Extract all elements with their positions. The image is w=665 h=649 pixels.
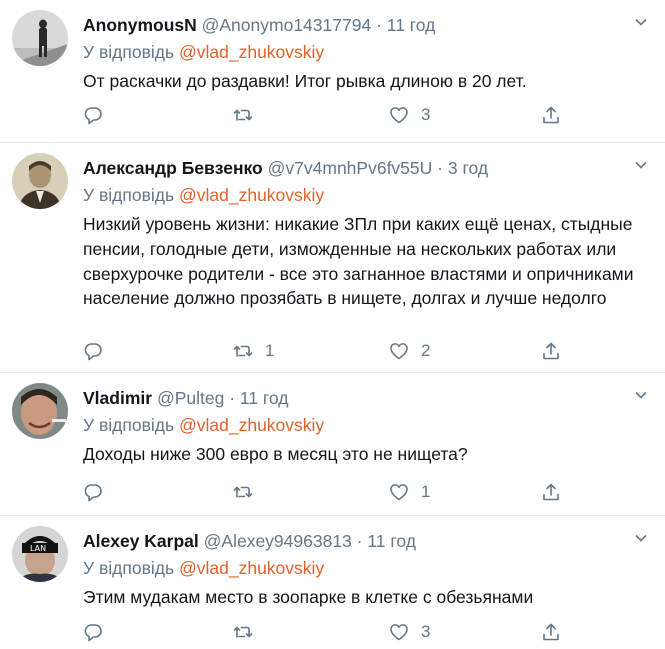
retweet-icon <box>233 109 253 121</box>
tweet-text: Доходы ниже 300 евро в месяц это не нище… <box>83 444 468 464</box>
reply-context: У відповідь @vlad_zhukovskiy <box>83 413 324 437</box>
tweet-header: Александр Бевзенко @v7v4mnhPv6fv55U · 3 … <box>83 156 625 180</box>
reply-context: У відповідь @vlad_zhukovskiy <box>83 183 324 207</box>
reply-button[interactable] <box>83 103 103 127</box>
avatar[interactable] <box>12 10 68 66</box>
tweet-header: Alexey Karpal @Alexey94963813 · 11 год <box>83 529 625 553</box>
tweet-actions: 3 <box>83 620 583 644</box>
user-handle[interactable]: @Pulteg <box>157 388 224 408</box>
avatar[interactable]: LAN <box>12 526 68 582</box>
timestamp[interactable]: 11 год <box>367 531 416 551</box>
tweet-actions: 1 2 <box>83 339 583 363</box>
tweet-text: Низкий уровень жизни: никакие ЗПл при ка… <box>83 214 634 309</box>
reply-icon <box>84 484 102 502</box>
chevron-down-icon[interactable] <box>633 530 649 546</box>
retweet-icon <box>233 626 253 638</box>
separator-dot: · <box>356 531 363 551</box>
reply-mention[interactable]: @vlad_zhukovskiy <box>179 42 324 62</box>
retweet-icon <box>233 486 253 498</box>
separator-dot: · <box>229 388 236 408</box>
chevron-down-icon[interactable] <box>633 157 649 173</box>
tweet[interactable]: Vladimir @Pulteg · 11 год У відповідь @v… <box>0 373 665 516</box>
reply-icon <box>84 624 102 642</box>
reply-context: У відповідь @vlad_zhukovskiy <box>83 40 324 64</box>
reply-button[interactable] <box>83 339 103 363</box>
separator-dot: · <box>376 15 382 35</box>
like-button[interactable]: 3 <box>389 103 430 127</box>
tweet-text: От раскачки до раздавки! Итог рывка длин… <box>83 71 527 91</box>
reply-mention[interactable]: @vlad_zhukovskiy <box>179 558 324 578</box>
retweet-button[interactable] <box>233 103 265 127</box>
like-icon <box>390 624 408 641</box>
reply-icon <box>84 343 102 361</box>
reply-mention[interactable]: @vlad_zhukovskiy <box>179 415 324 435</box>
reply-button[interactable] <box>83 480 103 504</box>
share-icon <box>543 623 559 641</box>
like-icon <box>390 107 408 124</box>
separator-dot: · <box>437 158 443 178</box>
reply-button[interactable] <box>83 620 103 644</box>
reply-prefix: У відповідь <box>83 415 175 435</box>
like-button[interactable]: 3 <box>389 620 430 644</box>
share-icon <box>543 342 559 360</box>
share-button[interactable] <box>541 103 561 127</box>
tweet[interactable]: AnonymousN @Anonymo14317794 · 11 год У в… <box>0 0 665 143</box>
share-icon <box>543 106 559 124</box>
retweet-button[interactable] <box>233 620 265 644</box>
timestamp[interactable]: 3 год <box>448 158 488 178</box>
like-icon <box>390 484 408 501</box>
retweet-count: 1 <box>265 341 275 360</box>
like-count: 3 <box>421 105 431 124</box>
chevron-down-icon[interactable] <box>633 387 649 403</box>
display-name[interactable]: Александр Бевзенко <box>83 158 263 178</box>
share-button[interactable] <box>541 620 561 644</box>
tweet-text: Этим мудакам место в зоопарке в клетке с… <box>83 587 534 607</box>
like-icon <box>390 343 408 360</box>
chevron-down-icon[interactable] <box>633 14 649 30</box>
like-count: 2 <box>421 341 431 360</box>
reply-context: У відповідь @vlad_zhukovskiy <box>83 556 324 580</box>
retweet-button[interactable] <box>233 480 265 504</box>
reply-prefix: У відповідь <box>83 185 175 205</box>
reply-icon <box>84 107 102 125</box>
share-button[interactable] <box>541 480 561 504</box>
display-name[interactable]: Alexey Karpal <box>83 531 199 551</box>
tweet[interactable]: LAN Alexey Karpal @Alexey94963813 · 11 г… <box>0 516 665 649</box>
timestamp[interactable]: 11 год <box>240 388 289 408</box>
display-name[interactable]: AnonymousN <box>83 15 197 35</box>
like-button[interactable]: 1 <box>389 480 430 504</box>
share-icon <box>543 483 559 501</box>
display-name[interactable]: Vladimir <box>83 388 152 408</box>
retweet-button[interactable]: 1 <box>233 339 274 363</box>
avatar[interactable] <box>12 383 68 439</box>
like-button[interactable]: 2 <box>389 339 430 363</box>
tweet-actions: 1 <box>83 480 583 504</box>
retweet-icon <box>233 345 253 357</box>
tweet-header: Vladimir @Pulteg · 11 год <box>83 386 625 410</box>
tweet[interactable]: Александр Бевзенко @v7v4mnhPv6fv55U · 3 … <box>0 143 665 373</box>
like-count: 1 <box>421 482 431 501</box>
svg-text:LAN: LAN <box>30 544 46 553</box>
tweet-actions: 3 <box>83 103 583 127</box>
timestamp[interactable]: 11 год <box>387 15 436 35</box>
tweet-header: AnonymousN @Anonymo14317794 · 11 год <box>83 13 625 37</box>
reply-prefix: У відповідь <box>83 42 175 62</box>
user-handle[interactable]: @Alexey94963813 <box>204 531 352 551</box>
reply-prefix: У відповідь <box>83 558 175 578</box>
like-count: 3 <box>421 622 431 641</box>
user-handle[interactable]: @v7v4mnhPv6fv55U <box>268 158 433 178</box>
avatar[interactable] <box>12 153 68 209</box>
reply-mention[interactable]: @vlad_zhukovskiy <box>179 185 324 205</box>
user-handle[interactable]: @Anonymo14317794 <box>202 15 372 35</box>
share-button[interactable] <box>541 339 561 363</box>
